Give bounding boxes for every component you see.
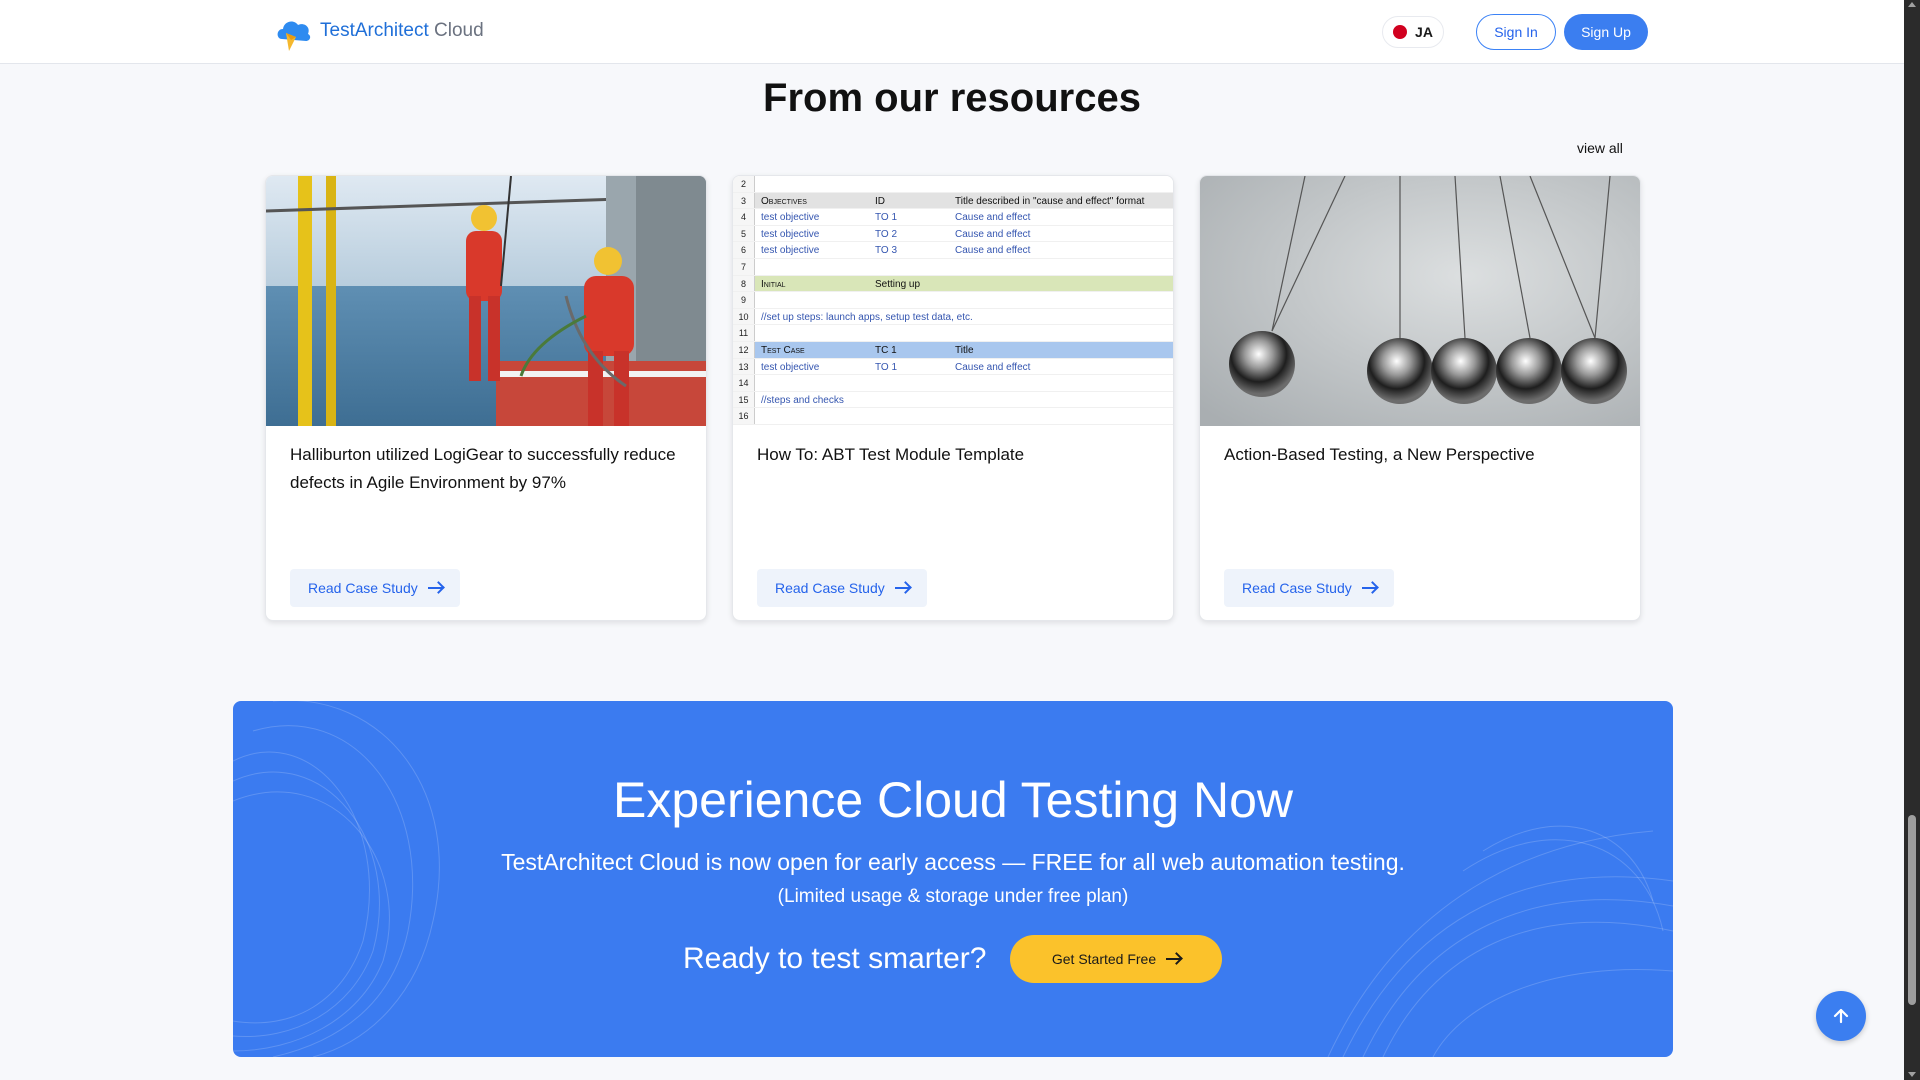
cta-note: (Limited usage & storage under free plan… (777, 886, 1129, 907)
sheet-row: 15 //steps and checks (733, 391, 1173, 409)
sheet-row-number: 8 (733, 275, 755, 292)
sheet-row: 16 (733, 408, 1173, 425)
button-label: Read Case Study (775, 580, 885, 596)
sheet-row-number: 2 (733, 176, 755, 192)
card-title[interactable]: Halliburton utilized LogiGear to success… (290, 441, 685, 497)
sheet-cell: //steps and checks (761, 394, 844, 406)
sheet-row: 10 //set up steps: launch apps, setup tes… (733, 308, 1173, 326)
read-case-study-button[interactable]: Read Case Study (290, 569, 460, 607)
sheet-cell: Cause and effect (955, 212, 1031, 224)
sheet-cell: Setting up (875, 278, 921, 290)
sheet-row: 7 (733, 259, 1173, 276)
arrow-up-icon (1833, 1008, 1849, 1024)
sheet-cell: Test Case (761, 345, 805, 356)
card-title[interactable]: Action-Based Testing, a New Perspective (1224, 441, 1619, 469)
sheet-row: 11 (733, 325, 1173, 342)
sign-up-button[interactable]: Sign Up (1564, 14, 1648, 50)
sheet-row-number: 12 (733, 342, 755, 358)
brand-name: TestArchitect (320, 20, 429, 41)
view-all-link[interactable]: view all (1577, 140, 1623, 156)
card-title[interactable]: How To: ABT Test Module Template (757, 441, 1152, 469)
language-switcher[interactable]: JA (1382, 16, 1444, 48)
resources-title: From our resources (763, 76, 1141, 120)
newtons-cradle-image (1200, 176, 1640, 426)
sheet-cell: TO 1 (875, 361, 898, 373)
sheet-cell: Title (955, 345, 974, 356)
sheet-row: 12 Test Case TC 1 Title (733, 342, 1173, 359)
sheet-row: 3 Objectives ID Title described in "cause a… (733, 192, 1173, 210)
resource-card[interactable]: Halliburton utilized LogiGear to success… (265, 175, 707, 621)
sheet-cell: Cause and effect (955, 228, 1031, 240)
sheet-cell: test objective (761, 245, 820, 257)
arrow-right-icon (427, 587, 442, 589)
sheet-row-number: 13 (733, 358, 755, 375)
sheet-cell: test objective (761, 212, 820, 224)
sheet-cell: //set up steps: launch apps, setup test … (761, 311, 973, 323)
back-to-top-button[interactable] (1816, 991, 1866, 1041)
sheet-cell: test objective (761, 228, 820, 240)
sheet-cell: Title described in "cause and effect" fo… (955, 195, 1145, 207)
sheet-row-number: 10 (733, 308, 755, 325)
brand-logo[interactable]: TestArchitect Cloud (272, 10, 484, 52)
spreadsheet-preview: 2 3 Objectives ID Title described in "cause … (733, 176, 1173, 426)
read-case-study-button[interactable]: Read Case Study (757, 569, 927, 607)
sheet-row-number: 4 (733, 209, 755, 225)
read-case-study-button[interactable]: Read Case Study (1224, 569, 1394, 607)
arrow-right-icon (894, 587, 909, 589)
sheet-row-number: 5 (733, 225, 755, 242)
sheet-cell: Cause and effect (955, 245, 1031, 257)
sheet-cell: TO 3 (875, 245, 898, 257)
sheet-cell: Objectives (761, 195, 807, 207)
sheet-row: 14 (733, 375, 1173, 392)
sheet-row: 2 (733, 176, 1173, 193)
sheet-row-number: 6 (733, 242, 755, 258)
page-scrollbar[interactable] (1904, 0, 1920, 1080)
sheet-row-number: 16 (733, 408, 755, 424)
site-header: TestArchitect Cloud JA Sign In Sign Up (0, 0, 1904, 64)
scroll-down-arrow-icon[interactable] (1908, 1072, 1916, 1077)
cloud-logo-icon (272, 9, 316, 53)
sheet-row-number: 15 (733, 391, 755, 408)
get-started-free-button[interactable]: Get Started Free (1010, 935, 1222, 983)
sheet-row: 9 (733, 292, 1173, 309)
sheet-row: 4 test objective TO 1 Cause and effect (733, 209, 1173, 226)
sheet-row: 5 test objective TO 2 Cause and effect (733, 225, 1173, 243)
sheet-row-number: 11 (733, 325, 755, 341)
language-label: JA (1415, 24, 1433, 40)
scroll-up-arrow-icon[interactable] (1908, 2, 1916, 7)
sheet-row-number: 3 (733, 192, 755, 209)
cta-banner: Experience Cloud Testing Now TestArchite… (233, 701, 1673, 1057)
cta-title: Experience Cloud Testing Now (612, 772, 1293, 828)
brand-suffix: Cloud (434, 20, 484, 41)
sheet-row-number: 9 (733, 292, 755, 308)
sheet-cell: Cause and effect (955, 361, 1031, 373)
sheet-row: 6 test objective TO 3 Cause and effect (733, 242, 1173, 259)
resource-card[interactable]: 2 3 Objectives ID Title described in "cause … (732, 175, 1174, 621)
sheet-row-number: 14 (733, 375, 755, 391)
sign-in-button[interactable]: Sign In (1476, 14, 1556, 50)
button-label: Read Case Study (1242, 580, 1352, 596)
sheet-row: 13 test objective TO 1 Cause and effect (733, 358, 1173, 376)
resource-card[interactable]: Action-Based Testing, a New Perspective … (1199, 175, 1641, 621)
sheet-cell: ID (875, 195, 885, 207)
sheet-row-number: 7 (733, 259, 755, 275)
sheet-cell: TO 2 (875, 228, 898, 240)
spreadsheet-template-image: 2 3 Objectives ID Title described in "cause … (733, 176, 1173, 426)
sheet-cell: Initial (761, 278, 786, 290)
sheet-cell: test objective (761, 361, 820, 373)
arrow-right-icon (1361, 587, 1376, 589)
sheet-row: 8 Initial Setting up (733, 275, 1173, 293)
button-label: Get Started Free (1051, 951, 1157, 967)
sheet-cell: TC 1 (875, 345, 897, 356)
cta-ready-text: Ready to test smarter? (683, 942, 987, 975)
button-label: Read Case Study (308, 580, 418, 596)
offshore-workers-image (266, 176, 706, 426)
decorative-wave-lines (233, 701, 1673, 1057)
arrow-right-icon (1166, 958, 1181, 960)
japan-flag-icon (1393, 25, 1408, 39)
sheet-cell: TO 1 (875, 212, 898, 224)
cta-subtitle: TestArchitect Cloud is now open for earl… (501, 849, 1405, 875)
scrollbar-thumb[interactable] (1908, 815, 1916, 1005)
